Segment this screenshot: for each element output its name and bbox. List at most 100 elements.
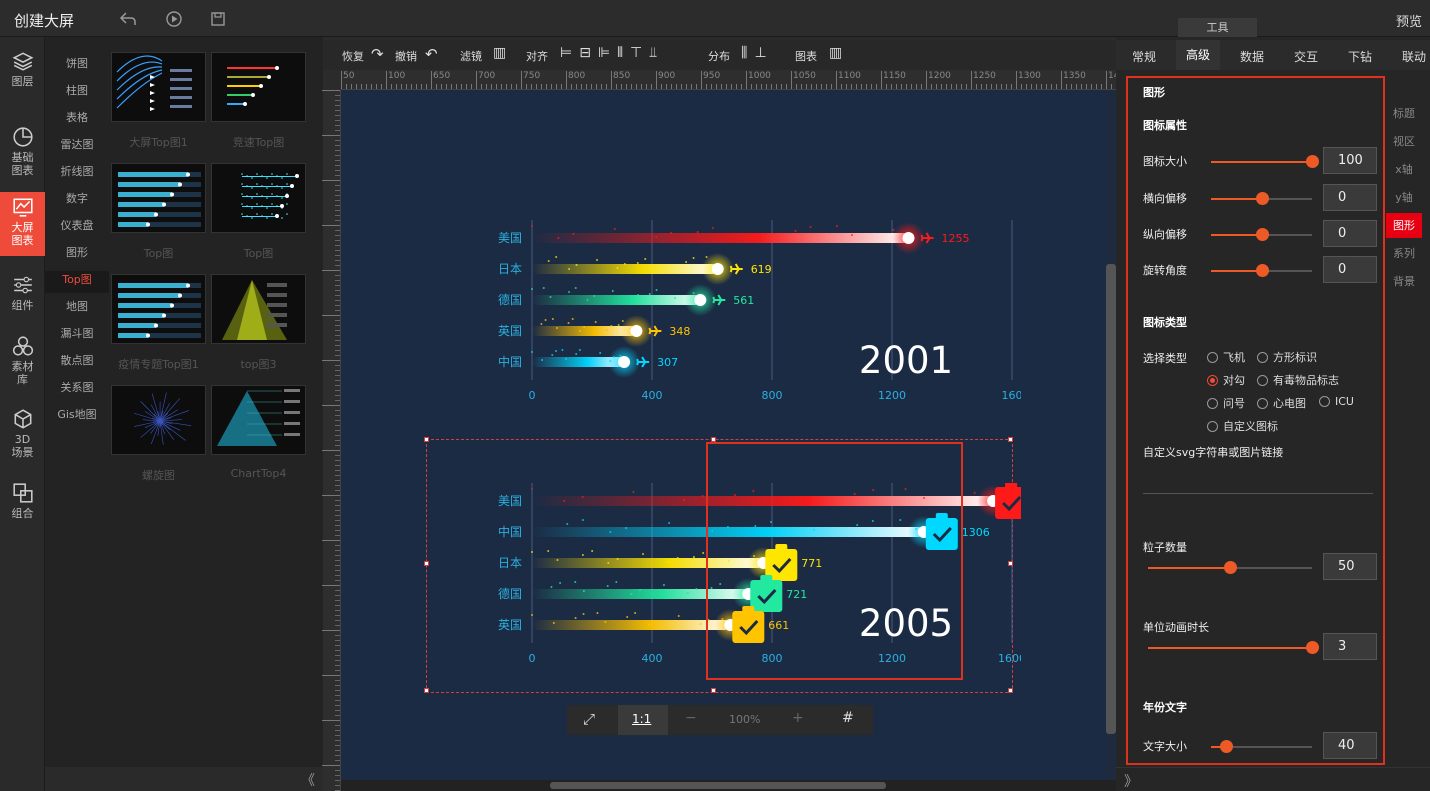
resize-handle[interactable] (1008, 437, 1013, 442)
category-0[interactable]: 饼图 (45, 55, 109, 77)
thumbnail-7[interactable] (211, 385, 306, 455)
icon-option-3[interactable]: 有毒物品标志 (1257, 372, 1339, 388)
zoom-out-button[interactable]: − (685, 710, 697, 726)
animation-duration-input[interactable]: 3 (1323, 633, 1377, 660)
thumbnail-5[interactable] (211, 274, 306, 344)
zoom-in-button[interactable]: + (792, 710, 804, 726)
category-3[interactable]: 雷达图 (45, 136, 109, 158)
property-tab-5[interactable]: 联动 (1402, 48, 1426, 65)
nav-item-3[interactable]: 组件 (0, 270, 45, 320)
undo-button[interactable]: 撤销 (395, 48, 417, 64)
distribute-button[interactable]: 分布 (708, 48, 730, 64)
nav-item-0[interactable]: 图层 (0, 46, 45, 96)
nav-item-6[interactable]: 组合 (0, 478, 45, 528)
animation-duration-slider[interactable] (1148, 641, 1319, 654)
category-7[interactable]: 图形 (45, 244, 109, 266)
category-10[interactable]: 漏斗图 (45, 325, 109, 347)
resize-handle[interactable] (1008, 561, 1013, 566)
property-tab-1[interactable]: 高级 (1176, 40, 1221, 70)
category-13[interactable]: Gis地图 (45, 406, 109, 428)
side-tab-4[interactable]: 图形 (1386, 213, 1422, 238)
thumbnail-3[interactable] (211, 163, 306, 233)
icon-option-0[interactable]: 飞机 (1207, 349, 1245, 365)
tools-tab[interactable]: 工具 (1178, 18, 1257, 37)
resize-handle[interactable] (711, 437, 716, 442)
collapse-right-icon[interactable]: 》 (1124, 771, 1138, 791)
grid-icon[interactable]: # (842, 710, 854, 726)
icon-size-slider[interactable] (1211, 155, 1319, 168)
category-4[interactable]: 折线图 (45, 163, 109, 185)
save-icon[interactable] (208, 9, 228, 29)
category-5[interactable]: 数字 (45, 190, 109, 212)
rotation-knob[interactable] (1255, 264, 1269, 277)
side-tab-6[interactable]: 背景 (1386, 269, 1422, 294)
category-6[interactable]: 仪表盘 (45, 217, 109, 239)
align-button[interactable]: 对齐 (526, 48, 548, 64)
resize-handle[interactable] (424, 688, 429, 693)
category-8[interactable]: Top图 (45, 271, 109, 293)
thumbnail-4[interactable] (111, 274, 206, 344)
category-11[interactable]: 散点图 (45, 352, 109, 374)
font-size-input[interactable]: 40 (1323, 732, 1377, 759)
icon-option-5[interactable]: 心电图 (1257, 395, 1306, 411)
icon-size-input[interactable]: 100 (1323, 147, 1377, 174)
align-icons[interactable]: ⊨⊟⊫⫴⊤⫫ (560, 45, 664, 61)
font-size-slider[interactable] (1211, 740, 1312, 753)
bar[interactable] (532, 295, 701, 305)
rotation-slider[interactable] (1211, 264, 1312, 277)
side-tab-2[interactable]: x轴 (1386, 157, 1422, 182)
vertical-offset-slider[interactable] (1211, 228, 1312, 241)
category-9[interactable]: 地图 (45, 298, 109, 320)
category-2[interactable]: 表格 (45, 109, 109, 131)
particle-count-input[interactable]: 50 (1323, 553, 1377, 580)
icon-option-6[interactable]: ICU (1319, 395, 1354, 408)
chart-icon[interactable]: ▥ (829, 45, 842, 61)
thumbnail-2[interactable] (111, 163, 206, 233)
category-1[interactable]: 柱图 (45, 82, 109, 104)
redo-icon[interactable]: ↷ (371, 45, 384, 63)
redo-button[interactable]: 恢复 (342, 48, 364, 64)
horizontal-offset-input[interactable]: 0 (1323, 184, 1377, 211)
top-chart-2001[interactable]: 美国 1255 日本 619 德国 561 英国 348 中国 307 0 400 800 1200 160… (481, 220, 1021, 400)
side-tab-5[interactable]: 系列 (1386, 241, 1422, 266)
vertical-scrollbar[interactable] (1106, 264, 1116, 734)
resize-handle[interactable] (1008, 688, 1013, 693)
resize-handle[interactable] (711, 688, 716, 693)
nav-item-2[interactable]: 大屏 图表 (0, 192, 45, 256)
collapse-left-icon[interactable]: 《 (301, 770, 315, 790)
property-tab-3[interactable]: 交互 (1294, 48, 1318, 65)
play-icon[interactable] (164, 9, 184, 29)
horizontal-offset-knob[interactable] (1255, 192, 1269, 205)
preview-button[interactable]: 预览 (1396, 11, 1422, 30)
rotation-input[interactable]: 0 (1323, 256, 1377, 283)
horizontal-scrollbar[interactable] (550, 782, 886, 789)
side-tab-3[interactable]: y轴 (1386, 185, 1422, 210)
category-12[interactable]: 关系图 (45, 379, 109, 401)
vertical-offset-input[interactable]: 0 (1323, 220, 1377, 247)
chart-button[interactable]: 图表 (795, 48, 817, 64)
icon-option-7[interactable]: 自定义图标 (1207, 418, 1278, 434)
resize-handle[interactable] (424, 561, 429, 566)
bar[interactable] (532, 264, 718, 274)
thumbnail-1[interactable] (211, 52, 306, 122)
icon-option-1[interactable]: 方形标识 (1257, 349, 1317, 365)
nav-item-5[interactable]: 3D 场景 (0, 404, 45, 466)
thumbnail-6[interactable] (111, 385, 206, 455)
icon-size-knob[interactable] (1306, 155, 1319, 168)
animation-duration-knob[interactable] (1306, 641, 1319, 654)
property-tab-2[interactable]: 数据 (1240, 48, 1264, 65)
filter-button[interactable]: 滤镜 (460, 48, 482, 64)
particle-count-knob[interactable] (1224, 561, 1237, 574)
thumbnail-0[interactable] (111, 52, 206, 122)
actual-size-button[interactable]: 1:1 (632, 712, 651, 726)
particle-count-slider[interactable] (1148, 561, 1312, 574)
property-tab-4[interactable]: 下钻 (1348, 48, 1372, 65)
side-tab-0[interactable]: 标题 (1386, 101, 1422, 126)
side-tab-1[interactable]: 视区 (1386, 129, 1422, 154)
undo-icon[interactable]: ↶ (425, 45, 438, 63)
distribute-icons[interactable]: ⫼⊥ (741, 45, 774, 61)
icon-option-2[interactable]: 对勾 (1207, 372, 1245, 388)
filter-chart-icon[interactable]: ▥ (493, 45, 506, 61)
custom-svg-input[interactable] (1143, 466, 1373, 494)
fit-screen-icon[interactable]: ⤢ (583, 710, 595, 728)
